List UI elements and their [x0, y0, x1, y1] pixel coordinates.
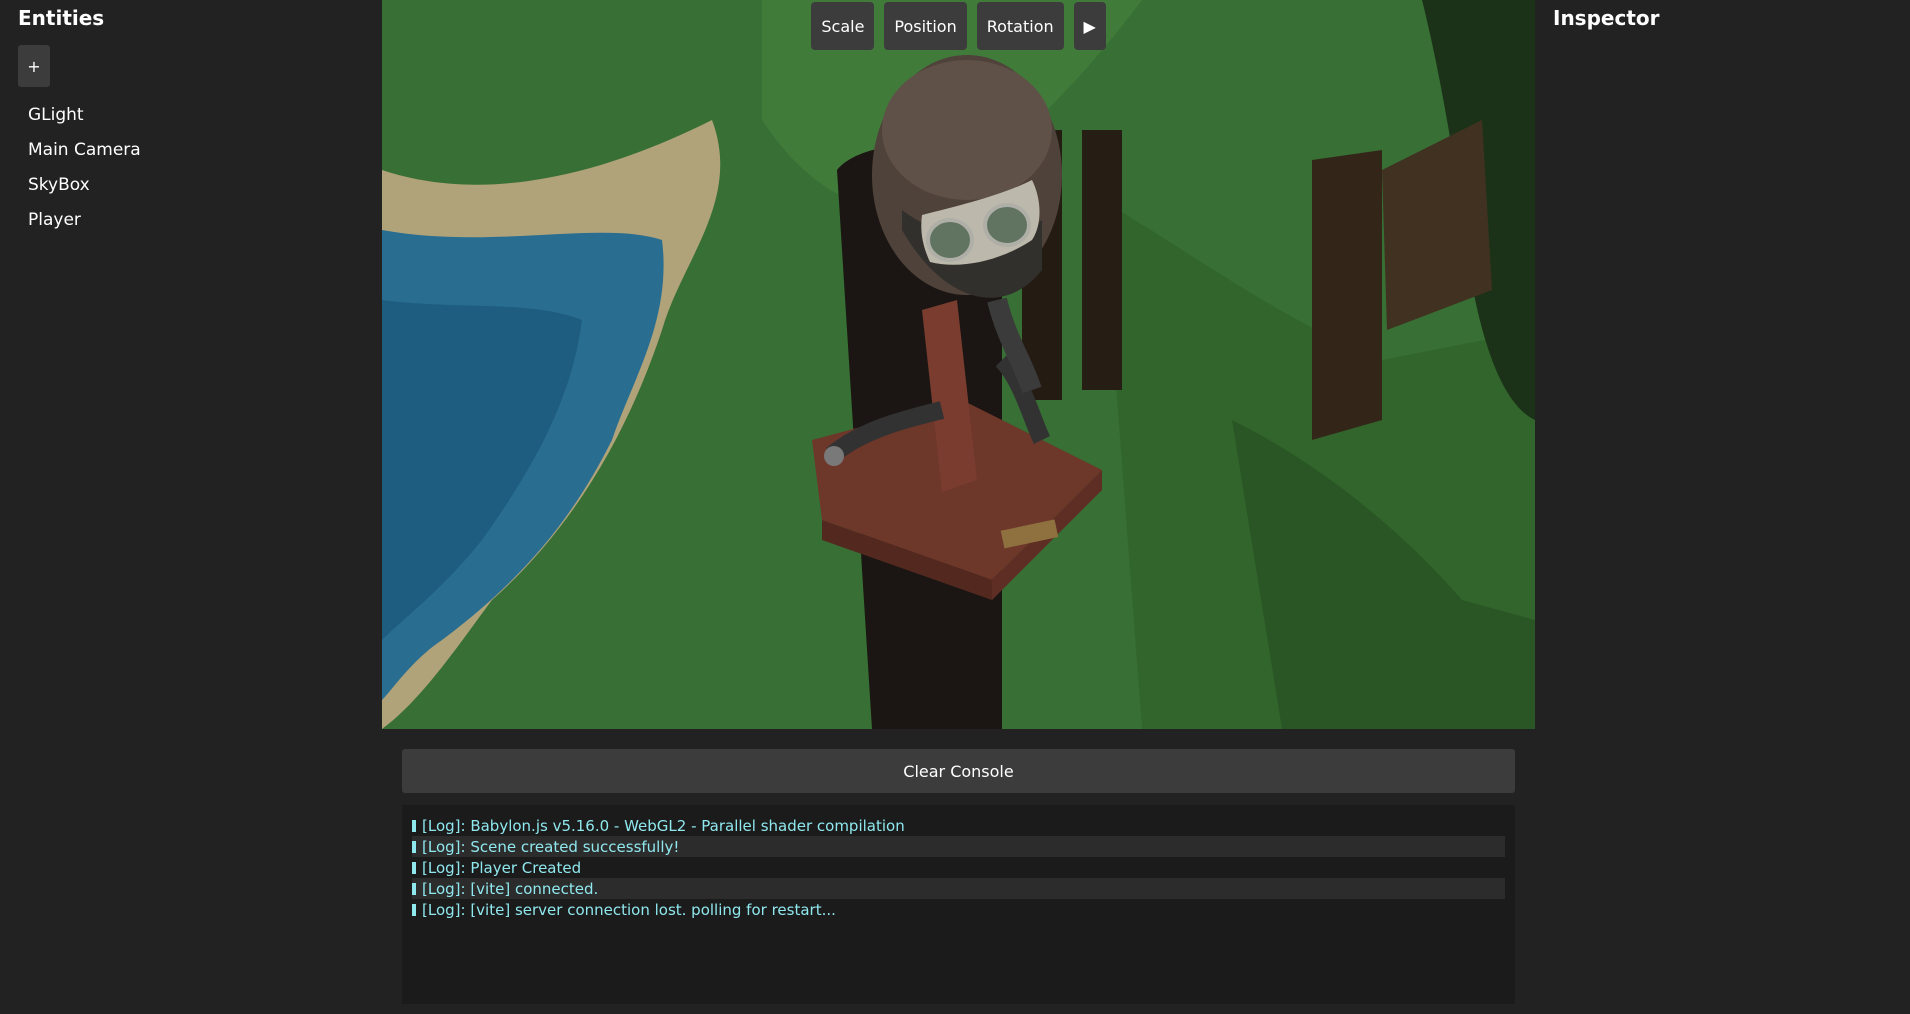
entities-panel: Entities + GLight Main Camera SkyBox Pla…: [0, 0, 382, 1014]
log-line: [Log]: Babylon.js v5.16.0 - WebGL2 - Par…: [412, 815, 1505, 836]
position-button[interactable]: Position: [884, 2, 967, 50]
entity-item-player[interactable]: Player: [28, 209, 141, 244]
inspector-panel: Inspector: [1535, 0, 1910, 1014]
entity-item-glight[interactable]: GLight: [28, 104, 141, 139]
add-entity-button[interactable]: +: [18, 45, 50, 87]
log-marker-icon: [412, 882, 416, 895]
entity-item-main-camera[interactable]: Main Camera: [28, 139, 141, 174]
transform-toolbar: Scale Position Rotation ▶: [382, 2, 1535, 50]
play-icon: ▶: [1083, 16, 1096, 36]
log-marker-icon: [412, 819, 416, 832]
log-text: [Log]: Scene created successfully!: [422, 837, 680, 856]
log-text: [Log]: Babylon.js v5.16.0 - WebGL2 - Par…: [422, 816, 905, 835]
play-button[interactable]: ▶: [1073, 2, 1106, 50]
log-text: [Log]: [vite] server connection lost. po…: [422, 900, 836, 919]
log-line: [Log]: Scene created successfully!: [412, 836, 1505, 857]
log-line: [Log]: [vite] server connection lost. po…: [412, 899, 1505, 920]
scene-viewport[interactable]: Scale Position Rotation ▶: [382, 0, 1535, 729]
entity-list: GLight Main Camera SkyBox Player: [28, 104, 141, 244]
clear-console-button[interactable]: Clear Console: [402, 749, 1515, 793]
entities-title: Entities: [18, 6, 105, 30]
log-marker-icon: [412, 840, 416, 853]
log-line: [Log]: [vite] connected.: [412, 878, 1505, 899]
scale-button[interactable]: Scale: [811, 2, 875, 50]
log-marker-icon: [412, 861, 416, 874]
log-text: [Log]: [vite] connected.: [422, 879, 599, 898]
log-marker-icon: [412, 903, 416, 916]
console-output[interactable]: [Log]: Babylon.js v5.16.0 - WebGL2 - Par…: [402, 805, 1515, 1004]
log-line: [Log]: Player Created: [412, 857, 1505, 878]
rotation-button[interactable]: Rotation: [976, 2, 1064, 50]
scene-render: [382, 0, 1535, 729]
entity-item-skybox[interactable]: SkyBox: [28, 174, 141, 209]
inspector-title: Inspector: [1553, 6, 1660, 30]
editor-app: Entities + GLight Main Camera SkyBox Pla…: [0, 0, 1910, 1014]
log-text: [Log]: Player Created: [422, 858, 582, 877]
